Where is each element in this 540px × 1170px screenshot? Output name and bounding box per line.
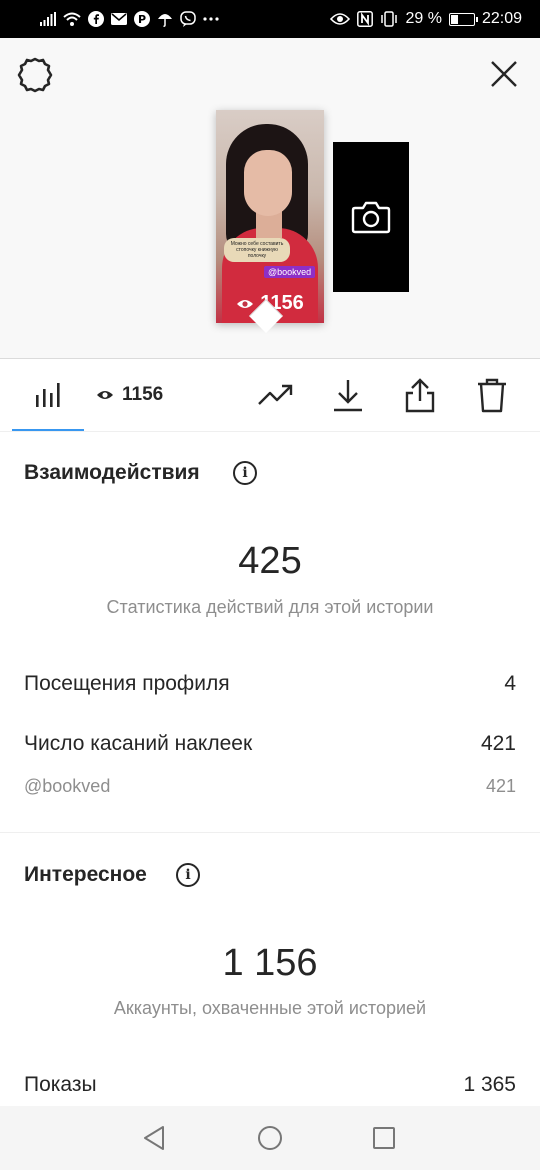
row-value: 4 xyxy=(504,672,516,695)
story-toolbar: 1156 xyxy=(0,358,540,432)
promote-button[interactable] xyxy=(256,365,296,425)
settings-button[interactable] xyxy=(14,54,56,96)
eye-comfort-icon xyxy=(330,10,351,28)
back-button[interactable] xyxy=(138,1122,170,1154)
row-value: 421 xyxy=(480,732,516,755)
home-button[interactable] xyxy=(254,1122,286,1154)
story-mention-sticker: @bookved xyxy=(264,266,316,278)
sticker-taps-row: Число касаний наклеек 421 xyxy=(24,732,516,756)
row-label: Число касаний наклеек xyxy=(24,732,253,755)
close-icon xyxy=(491,61,517,87)
download-icon xyxy=(334,380,362,412)
battery-percent: 29 % xyxy=(405,10,442,27)
download-button[interactable] xyxy=(328,365,368,425)
status-bar: P 29 % 22:09 xyxy=(0,0,540,38)
status-left-icons: P xyxy=(40,10,219,28)
clock: 22:09 xyxy=(481,10,522,27)
row-value: 421 xyxy=(485,776,516,796)
viewers-count: 1156 xyxy=(122,384,164,405)
battery-level xyxy=(450,14,458,24)
back-triangle-icon xyxy=(144,1126,164,1150)
share-icon xyxy=(405,378,435,413)
interactions-title: Взаимодействия xyxy=(24,461,200,484)
wifi-icon xyxy=(63,10,81,28)
umbrella-icon xyxy=(157,10,173,28)
row-value: 1 365 xyxy=(463,1073,516,1096)
more-dots-icon xyxy=(203,10,219,28)
interactions-caption: Статистика действий для этой истории xyxy=(106,597,434,617)
story-thumbnail[interactable]: Можно себе составить стопочку книжную по… xyxy=(216,110,324,323)
home-circle-icon xyxy=(258,1126,282,1150)
mail-icon xyxy=(111,10,127,28)
close-button[interactable] xyxy=(484,54,524,94)
info-icon[interactable]: i xyxy=(176,863,200,887)
viber-icon xyxy=(180,10,196,28)
discovery-title: Интересное xyxy=(24,863,147,886)
battery-icon xyxy=(448,12,478,26)
info-icon[interactable]: i xyxy=(233,461,257,485)
active-tab-indicator xyxy=(12,429,84,431)
row-label: Посещения профиля xyxy=(24,672,230,695)
impressions-row: Показы 1 365 xyxy=(24,1073,516,1097)
section-divider xyxy=(0,832,540,833)
tab-viewers[interactable]: 1156 xyxy=(96,365,186,425)
nfc-icon xyxy=(357,10,374,28)
signal-icon xyxy=(40,10,56,28)
trash-icon xyxy=(478,378,506,413)
tab-insights[interactable] xyxy=(24,365,72,425)
system-nav-bar xyxy=(0,1106,540,1170)
profile-visits-row: Посещения профиля 4 xyxy=(24,672,516,696)
bar-chart-icon xyxy=(36,383,60,407)
svg-text:P: P xyxy=(138,13,146,26)
vibrate-icon xyxy=(380,10,398,28)
share-button[interactable] xyxy=(400,365,440,425)
discovery-total: 1 156 xyxy=(222,942,318,984)
interactions-total: 425 xyxy=(238,540,302,582)
add-story-card[interactable] xyxy=(333,142,409,292)
status-right-icons: 29 % 22:09 xyxy=(330,10,522,28)
pinterest-icon: P xyxy=(134,10,150,28)
recents-button[interactable] xyxy=(368,1122,400,1154)
recents-square-icon xyxy=(373,1127,395,1149)
delete-button[interactable] xyxy=(472,365,512,425)
camera-icon xyxy=(351,201,391,234)
sticker-mention-row: @bookved 421 xyxy=(24,776,516,797)
eye-icon xyxy=(237,299,254,308)
row-label: @bookved xyxy=(24,776,111,796)
gear-icon xyxy=(17,57,53,93)
trending-up-icon xyxy=(258,384,293,405)
row-label: Показы xyxy=(24,1073,97,1096)
facebook-icon xyxy=(88,10,104,28)
eye-icon xyxy=(97,391,113,399)
story-caption: Можно себе составить стопочку книжную по… xyxy=(224,238,290,262)
discovery-caption: Аккаунты, охваченные этой историей xyxy=(113,998,427,1018)
